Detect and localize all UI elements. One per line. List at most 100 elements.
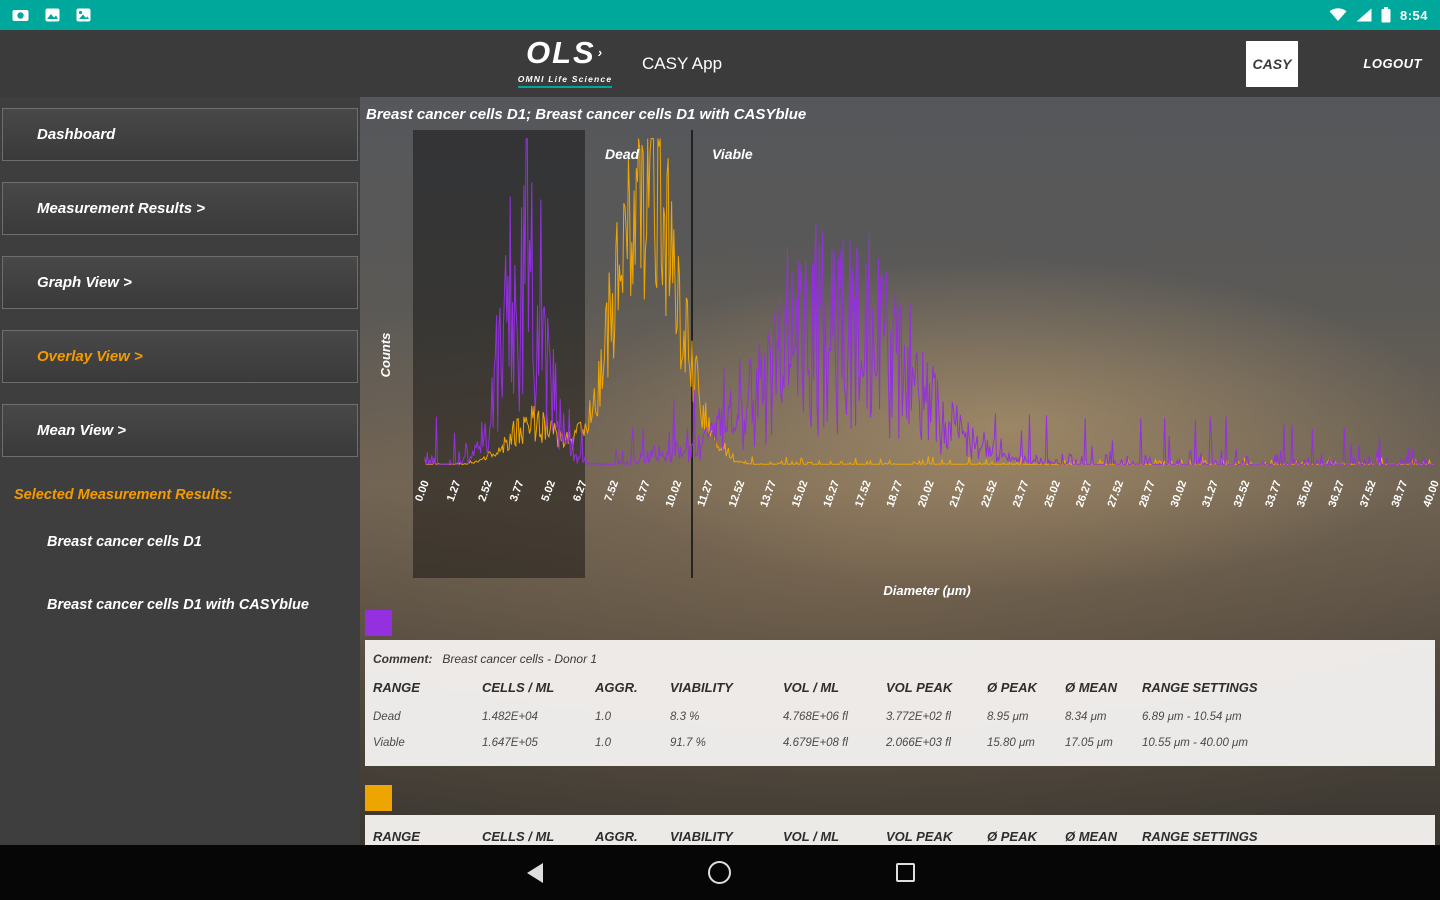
back-button[interactable] — [527, 863, 543, 883]
table-cell: 17.05 μm — [1065, 737, 1113, 749]
x-tick-label: 11.27 — [695, 479, 715, 508]
column-header: Ø PEAK — [987, 680, 1037, 695]
ols-logo: OLS › OMNI Life Science — [500, 37, 630, 88]
x-tick-label: 35.02 — [1295, 479, 1316, 509]
x-tick-label: 10.02 — [664, 479, 685, 509]
column-header: Ø MEAN — [1065, 829, 1117, 844]
logo-text: OLS — [525, 35, 596, 70]
cellular-signal-icon — [1356, 8, 1372, 22]
x-axis-label: Diameter (μm) — [883, 583, 970, 598]
x-tick-label: 37.52 — [1358, 479, 1379, 509]
notification-icons — [12, 8, 91, 22]
table-cell: 3.772E+02 fl — [886, 711, 951, 723]
table-cell: 8.95 μm — [987, 711, 1029, 723]
x-tick-label: 38.77 — [1390, 479, 1411, 509]
table-cell: 1.482E+04 — [482, 711, 538, 723]
casy-button[interactable]: CASY — [1246, 41, 1298, 87]
app-header: OLS › OMNI Life Science CASY App CASY LOG… — [0, 30, 1440, 97]
series-swatch — [365, 610, 392, 636]
sidebar: Dashboard Measurement Results > Graph Vi… — [0, 97, 360, 845]
column-header: VOL PEAK — [886, 680, 953, 695]
x-tick-label: 27.52 — [1106, 479, 1127, 509]
table-cell: 15.80 μm — [987, 737, 1035, 749]
selected-results-header: Selected Measurement Results: — [14, 487, 233, 503]
column-header: VIABILITY — [670, 680, 733, 695]
x-tick-label: 17.52 — [853, 479, 874, 509]
table-cell: 1.0 — [595, 711, 611, 723]
logo-mark: › — [597, 45, 605, 60]
dead-region-label: Dead — [605, 146, 640, 162]
x-tick-label: 8.77 — [634, 479, 653, 503]
sidebar-item-graph-view[interactable]: Graph View > — [2, 256, 358, 309]
x-tick-label: 30.02 — [1169, 479, 1190, 509]
x-tick-label: 31.27 — [1200, 479, 1221, 509]
x-tick-label: 36.27 — [1326, 479, 1347, 509]
table-cell: 6.89 μm - 10.54 μm — [1142, 711, 1242, 723]
status-bar: 8:54 — [0, 0, 1440, 30]
clock: 8:54 — [1399, 7, 1428, 23]
selected-measurement-2[interactable]: Breast cancer cells D1 with CASYblue — [47, 597, 309, 613]
column-header: Ø MEAN — [1065, 680, 1117, 695]
table-cell: 4.768E+06 fl — [783, 711, 848, 723]
table-cell: 1.647E+05 — [482, 737, 538, 749]
column-header: RANGE SETTINGS — [1142, 829, 1258, 844]
x-tick-label: 21.27 — [948, 479, 969, 509]
comment-row: Comment: Breast cancer cells - Donor 1 — [373, 652, 1429, 666]
app-title: CASY App — [642, 54, 723, 73]
main-content: Breast cancer cells D1; Breast cancer ce… — [360, 97, 1440, 845]
table-cell: 10.55 μm - 40.00 μm — [1142, 737, 1248, 749]
logout-button[interactable]: LOGOUT — [1363, 30, 1422, 97]
viable-region-label: Viable — [712, 146, 753, 162]
column-header: VOL PEAK — [886, 829, 953, 844]
comment-label: Comment: — [373, 652, 433, 666]
sidebar-item-measurement-results[interactable]: Measurement Results > — [2, 182, 358, 235]
x-tick-label: 18.77 — [885, 479, 906, 509]
screen: 8:54 OLS › OMNI Life Science CASY App CAS… — [0, 0, 1440, 900]
battery-icon — [1381, 7, 1391, 23]
selected-measurement-1[interactable]: Breast cancer cells D1 — [47, 534, 202, 550]
x-tick-label: 7.52 — [603, 479, 622, 503]
sidebar-item-mean-view[interactable]: Mean View > — [2, 404, 358, 457]
x-tick-label: 26.27 — [1074, 479, 1095, 509]
recents-button[interactable] — [896, 863, 915, 882]
photos-icon — [76, 8, 91, 22]
sidebar-item-overlay-view[interactable]: Overlay View > — [2, 330, 358, 383]
x-tick-label: 20.02 — [916, 479, 937, 509]
result-card-purple: Comment: Breast cancer cells - Donor 1 RA… — [365, 610, 1435, 766]
table-cell: 91.7 % — [670, 737, 706, 749]
chart-title: Breast cancer cells D1; Breast cancer ce… — [366, 106, 807, 123]
android-nav-bar — [0, 845, 1440, 900]
x-tick-label: 12.52 — [727, 479, 748, 509]
column-header: RANGE SETTINGS — [1142, 680, 1258, 695]
result-table-body: RANGE CELLS / ML AGGR. VIABILITY VOL / ML VOL… — [365, 815, 1435, 845]
overlay-chart[interactable]: Dead Viable 0.00 1.27 2.52 3.77 5.02 6.27 7.52… — [360, 97, 1440, 607]
column-header: VOL / ML — [783, 829, 840, 844]
table-cell: 8.34 μm — [1065, 711, 1107, 723]
x-tick-label: 25.02 — [1042, 479, 1063, 509]
x-tick-label: 32.52 — [1232, 479, 1253, 509]
results-table: RANGE CELLS / ML AGGR. VIABILITY VOL / ML VOL… — [371, 825, 1429, 845]
column-header: CELLS / ML — [482, 680, 555, 695]
column-header: RANGE — [373, 829, 420, 844]
table-cell: 1.0 — [595, 737, 611, 749]
column-header: AGGR. — [595, 829, 638, 844]
home-button[interactable] — [708, 861, 731, 884]
camera-icon — [12, 10, 29, 21]
result-card-yellow: RANGE CELLS / ML AGGR. VIABILITY VOL / ML VOL… — [365, 785, 1435, 845]
x-tick-label: 22.52 — [979, 479, 1000, 509]
result-table-body: Comment: Breast cancer cells - Donor 1 RA… — [365, 640, 1435, 766]
table-cell: Dead — [373, 711, 401, 723]
y-axis-label: Counts — [378, 333, 393, 378]
x-tick-label: 16.27 — [821, 479, 842, 509]
column-header: VOL / ML — [783, 680, 840, 695]
column-header: RANGE — [373, 680, 420, 695]
x-tick-label: 28.77 — [1137, 479, 1158, 509]
results-table: RANGE CELLS / ML AGGR. VIABILITY VOL / ML VOL… — [371, 676, 1429, 756]
x-tick-label: 13.77 — [758, 479, 779, 509]
sidebar-item-dashboard[interactable]: Dashboard — [2, 108, 358, 161]
x-tick-label: 23.77 — [1011, 479, 1032, 509]
column-header: Ø PEAK — [987, 829, 1037, 844]
gallery-icon — [45, 8, 60, 22]
comment-value: Breast cancer cells - Donor 1 — [442, 652, 598, 666]
x-tick-label: 15.02 — [790, 479, 811, 509]
